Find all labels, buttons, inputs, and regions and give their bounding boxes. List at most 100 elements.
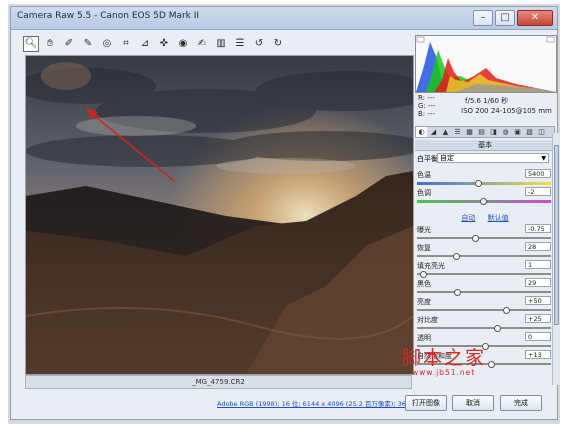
tint-slider-handle[interactable]: [480, 198, 488, 205]
preview-filename-bar: _MG_4759.CR2: [25, 375, 412, 389]
panel-tab-0[interactable]: ◐: [416, 127, 427, 137]
contrast-input[interactable]: +25: [525, 314, 551, 323]
panel-tab-3[interactable]: ☰: [452, 127, 463, 137]
exposure-slider[interactable]: [417, 237, 551, 239]
temperature-input[interactable]: 5400: [525, 169, 551, 178]
brightness-slider-handle[interactable]: [503, 307, 511, 314]
close-window-button[interactable]: ✕: [517, 10, 553, 26]
contrast-label: 对比度: [417, 316, 438, 324]
fill-light-label: 填充亮光: [417, 262, 445, 270]
white-balance-row: 白平衡: 自定 ▼: [417, 153, 551, 164]
exposure-input[interactable]: -0.75: [525, 224, 551, 233]
watermark-title: 脚本之家: [402, 347, 487, 369]
window-controls: – □ ✕: [473, 10, 553, 26]
exposure-label: 曝光: [417, 226, 431, 234]
cancel-button[interactable]: 取消: [452, 395, 494, 411]
panel-tab-10[interactable]: ◫: [536, 127, 547, 137]
panel-tab-6[interactable]: ◨: [488, 127, 499, 137]
zoom-icon[interactable]: 🔍︎: [23, 36, 39, 52]
contrast-slider[interactable]: [417, 327, 551, 329]
rotate-right-icon[interactable]: ↻: [270, 36, 286, 52]
camera-exposure-info: f/5.6 1/60 秒: [465, 97, 509, 105]
open-image-button[interactable]: 打开图像: [405, 395, 447, 411]
blue-readout: B: ---: [418, 110, 435, 118]
recovery-label: 恢复: [417, 244, 431, 252]
panel-title: 基本: [415, 140, 555, 151]
tool-bar: 🔍︎ ✋︎ ✐ ✎ ◎ ⌗ ⊿ ✜ ◉ ✍ ▥ ☰ ↺ ↻: [23, 35, 286, 53]
rgb-readout: R: --- G: --- B: ---: [418, 94, 436, 118]
histogram: [415, 35, 557, 93]
exposure-slider-handle[interactable]: [472, 235, 480, 242]
white-balance-eyedropper-icon[interactable]: ✐: [61, 36, 77, 52]
brightness-input[interactable]: +50: [525, 296, 551, 305]
done-button[interactable]: 完成: [500, 395, 542, 411]
tint-label: 色调: [417, 189, 431, 197]
contrast-slider-handle[interactable]: [494, 325, 502, 332]
red-eye-icon[interactable]: ◉: [175, 36, 191, 52]
recovery-slider[interactable]: [417, 255, 551, 257]
landscape-photo: [26, 56, 413, 374]
panel-tab-7[interactable]: ◍: [500, 127, 511, 137]
clarity-input[interactable]: 0: [525, 332, 551, 341]
preferences-icon[interactable]: ☰: [232, 36, 248, 52]
crop-icon[interactable]: ⌗: [118, 36, 134, 52]
camera-lens-info: ISO 200 24-105@105 mm: [461, 107, 552, 115]
tint-input[interactable]: -2: [525, 187, 551, 196]
vibrance-input[interactable]: +13: [525, 350, 551, 359]
target-adjustment-icon[interactable]: ◎: [99, 36, 115, 52]
blacks-slider-handle[interactable]: [454, 289, 462, 296]
red-readout: R: ---: [418, 94, 435, 102]
adjustment-brush-icon[interactable]: ✍: [194, 36, 210, 52]
blacks-slider[interactable]: [417, 291, 551, 293]
panel-tab-9[interactable]: ▧: [524, 127, 535, 137]
green-readout: G: ---: [418, 102, 436, 110]
panel-tab-2[interactable]: ▲: [440, 127, 451, 137]
panel-scrollbar[interactable]: [552, 133, 560, 385]
panel-tab-8[interactable]: ▣: [512, 127, 523, 137]
image-preview[interactable]: [25, 55, 414, 375]
default-link[interactable]: 默认值: [488, 214, 509, 222]
white-balance-value: 自定: [440, 154, 454, 162]
info-readout: R: --- G: --- B: --- f/5.6 1/60 秒 ISO 20…: [415, 94, 555, 122]
straighten-icon[interactable]: ⊿: [137, 36, 153, 52]
chevron-down-icon: ▼: [541, 155, 546, 162]
vibrance-slider-handle[interactable]: [487, 361, 495, 368]
auto-default-links: 自动 默认值: [415, 213, 555, 223]
fill-light-slider[interactable]: [417, 273, 551, 275]
screenshot-frame: Camera Raw 5.5 - Canon EOS 5D Mark II – …: [0, 0, 570, 430]
panel-tab-1[interactable]: ◢: [428, 127, 439, 137]
minimize-button[interactable]: –: [473, 10, 493, 26]
temperature-label: 色温: [417, 171, 431, 179]
temperature-slider-handle[interactable]: [475, 180, 483, 187]
spot-removal-icon[interactable]: ✜: [156, 36, 172, 52]
hand-icon[interactable]: ✋︎: [42, 36, 58, 52]
adjustment-sidebar: R: --- G: --- B: --- f/5.6 1/60 秒 ISO 20…: [415, 35, 557, 385]
panel-tab-4[interactable]: ▦: [464, 127, 475, 137]
footer-bar: Adobe RGB (1998); 16 位; 6144 x 4096 (25.…: [11, 393, 557, 417]
color-sampler-icon[interactable]: ✎: [80, 36, 96, 52]
maximize-button[interactable]: □: [495, 10, 515, 26]
auto-link[interactable]: 自动: [461, 214, 475, 222]
white-balance-select[interactable]: 自定 ▼: [437, 153, 549, 163]
graduated-filter-icon[interactable]: ▥: [213, 36, 229, 52]
blacks-input[interactable]: 29: [525, 278, 551, 287]
fill-light-slider-handle[interactable]: [419, 271, 427, 278]
recovery-slider-handle[interactable]: [453, 253, 461, 260]
scrollbar-thumb[interactable]: [554, 145, 559, 325]
histogram-graph: [416, 36, 556, 92]
brightness-slider[interactable]: [417, 309, 551, 311]
recovery-input[interactable]: 28: [525, 242, 551, 251]
panel-tabs: ◐ ◢ ▲ ☰ ▦ ▤ ◨ ◍ ▣ ▧ ◫: [415, 126, 555, 138]
brightness-label: 亮度: [417, 298, 431, 306]
blacks-label: 黑色: [417, 280, 431, 288]
window-title: Camera Raw 5.5 - Canon EOS 5D Mark II: [17, 11, 200, 21]
filename-label: _MG_4759.CR2: [192, 378, 245, 386]
title-bar[interactable]: Camera Raw 5.5 - Canon EOS 5D Mark II – …: [11, 7, 557, 30]
rotate-left-icon[interactable]: ↺: [251, 36, 267, 52]
temperature-slider[interactable]: [417, 182, 551, 185]
panel-tab-5[interactable]: ▤: [476, 127, 487, 137]
clarity-label: 透明: [417, 334, 431, 342]
workflow-options-link[interactable]: Adobe RGB (1998); 16 位; 6144 x 4096 (25.…: [217, 398, 422, 408]
watermark-url: www.jb51.net: [412, 368, 476, 377]
fill-light-input[interactable]: 1: [525, 260, 551, 269]
